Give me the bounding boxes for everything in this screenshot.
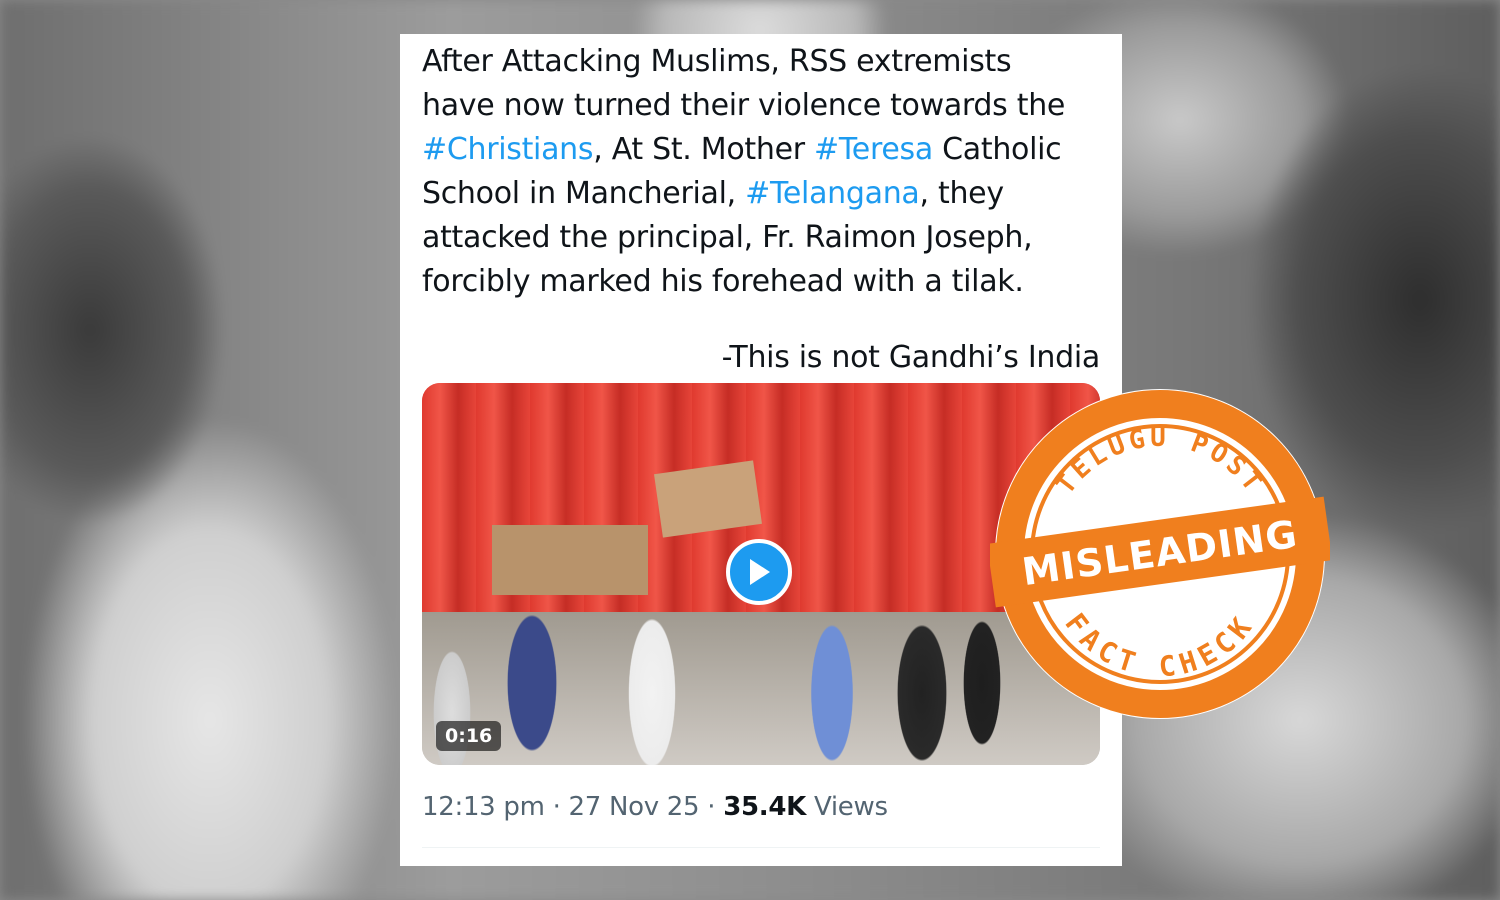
tweet-text-segment: , At St. Mother [593, 132, 815, 167]
tweet-signoff: -This is not Gandhi’s India [721, 340, 1101, 375]
views-count: 35.4K [723, 792, 806, 822]
video-duration: 0:16 [436, 721, 502, 751]
tweet-text-line: After Attacking Muslims, RSS extremists [422, 40, 1102, 84]
tweet-time[interactable]: 12:13 pm [422, 792, 545, 822]
tweet-text-segment: , they [919, 176, 1005, 211]
hashtag-link[interactable]: #Teresa [814, 132, 933, 167]
tweet-date[interactable]: 27 Nov 25 [569, 792, 700, 822]
tweet-text: After Attacking Muslims, RSS extremists h… [422, 40, 1102, 304]
hashtag-link[interactable]: #Telangana [745, 176, 920, 211]
fact-check-stamp: TELUGU POST FACT CHECK MISLEADING [990, 389, 1330, 719]
tweet-text-segment: After Attacking Muslims, RSS extremists [422, 44, 1012, 79]
hashtag-link[interactable]: #Christians [422, 132, 594, 167]
tweet-text-line: #Christians, At St. Mother #Teresa Catho… [422, 128, 1102, 172]
tweet-text-segment: forcibly marked his forehead with a tila… [422, 264, 1024, 299]
tweet-text-segment: Catholic [932, 132, 1062, 167]
meta-separator: · [699, 792, 724, 822]
tweet-text-line: have now turned their violence towards t… [422, 84, 1102, 128]
tweet-meta: 12:13 pm · 27 Nov 25 · 35.4K Views [422, 792, 1100, 822]
views-label: Views [806, 792, 888, 822]
play-icon [750, 559, 770, 585]
tweet-text-segment: have now turned their violence towards t… [422, 88, 1066, 123]
tweet-text-line: forcibly marked his forehead with a tila… [422, 260, 1102, 304]
tweet-text-segment: attacked the principal, Fr. Raimon Josep… [422, 220, 1033, 255]
tweet-text-line: attacked the principal, Fr. Raimon Josep… [422, 216, 1102, 260]
divider [422, 847, 1100, 848]
tweet-text-segment: School in Mancherial, [422, 176, 746, 211]
play-button[interactable] [726, 539, 792, 605]
meta-separator: · [544, 792, 569, 822]
tweet-text-line: School in Mancherial, #Telangana, they [422, 172, 1102, 216]
